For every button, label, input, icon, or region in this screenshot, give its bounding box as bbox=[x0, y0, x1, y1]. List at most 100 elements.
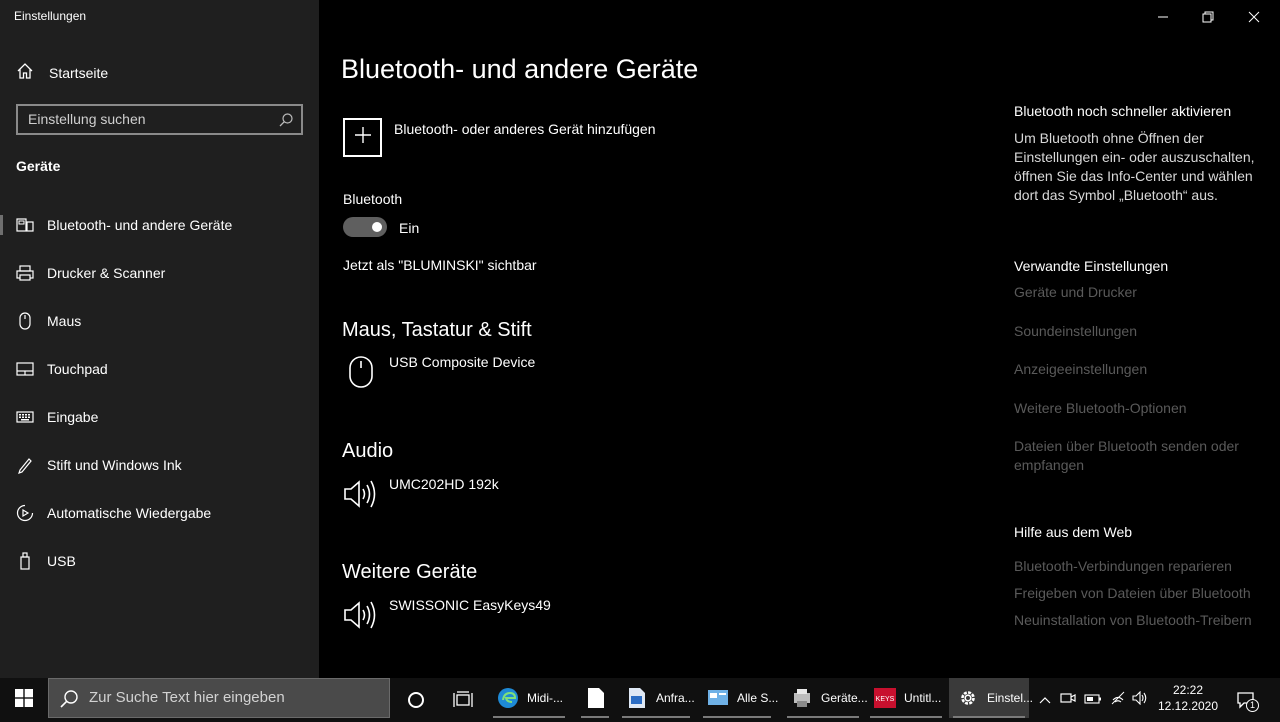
device-umc202hd[interactable]: UMC202HD 192k bbox=[343, 476, 603, 516]
cortana-circle-icon bbox=[405, 689, 427, 711]
add-device-button[interactable] bbox=[343, 118, 382, 157]
home-icon bbox=[16, 62, 34, 85]
taskbar-app-edge[interactable]: Midi-... bbox=[489, 678, 569, 718]
taskbar-app-settings[interactable]: Einstel... bbox=[949, 678, 1033, 718]
quick-bluetooth-text: Um Bluetooth ohne Öffnen der Einstellung… bbox=[1014, 130, 1255, 203]
settings-main: Bluetooth- und andere Geräte Bluetooth- … bbox=[319, 0, 1280, 678]
battery-icon bbox=[1084, 691, 1102, 709]
taskbar-app-devices-printers[interactable]: Geräte... bbox=[783, 678, 868, 718]
settings-search-box[interactable] bbox=[16, 104, 303, 135]
related-settings-heading: Verwandte Einstellungen bbox=[1014, 258, 1169, 274]
clock-time: 22:22 bbox=[1172, 683, 1204, 697]
task-view-icon bbox=[452, 689, 474, 711]
sidebar-item-label: Maus bbox=[47, 313, 82, 329]
network-button[interactable] bbox=[1108, 678, 1128, 722]
touchpad-icon bbox=[16, 360, 34, 378]
app-label: Geräte... bbox=[821, 691, 868, 705]
restore-button[interactable] bbox=[1198, 8, 1218, 26]
meet-now-button[interactable] bbox=[1058, 678, 1078, 722]
sidebar-item-label: Bluetooth- und andere Geräte bbox=[47, 217, 233, 233]
app-label: Untitl... bbox=[904, 691, 942, 705]
app-label: Anfra... bbox=[656, 691, 695, 705]
quick-bluetooth-heading: Bluetooth noch schneller aktivieren bbox=[1014, 103, 1232, 119]
taskbar-app-document[interactable] bbox=[577, 678, 613, 718]
taskbar-app-keys[interactable]: KEYS Untitl... bbox=[866, 678, 946, 718]
link-devices-printers[interactable]: Geräte und Drucker bbox=[1014, 283, 1264, 302]
sidebar-item-mouse[interactable]: Maus bbox=[0, 300, 319, 342]
notification-icon: 1 bbox=[1236, 690, 1259, 712]
group-title-other-devices: Weitere Geräte bbox=[342, 561, 478, 583]
action-center-button[interactable]: 1 bbox=[1233, 678, 1259, 722]
taskbar-clock[interactable]: 22:22 12.12.2020 bbox=[1155, 682, 1221, 714]
taskbar-app-control-panel[interactable]: Alle S... bbox=[699, 678, 779, 718]
web-help-heading: Hilfe aus dem Web bbox=[1014, 524, 1133, 540]
autoplay-icon bbox=[16, 504, 34, 522]
meet-now-icon bbox=[1060, 691, 1076, 710]
sidebar-item-printers[interactable]: Drucker & Scanner bbox=[0, 252, 319, 294]
app-label: Alle S... bbox=[737, 691, 779, 705]
bluetooth-state: Ein bbox=[399, 220, 420, 236]
cortana-button[interactable] bbox=[405, 678, 427, 722]
link-sound-settings[interactable]: Soundeinstellungen bbox=[1014, 322, 1264, 341]
sidebar-item-bluetooth[interactable]: Bluetooth- und andere Geräte bbox=[0, 204, 319, 246]
app-label: Einstel... bbox=[987, 691, 1034, 705]
word-document-icon bbox=[626, 687, 648, 709]
section-title: Geräte bbox=[16, 158, 61, 174]
sidebar-item-touchpad[interactable]: Touchpad bbox=[0, 348, 319, 390]
show-hidden-icons-button[interactable] bbox=[1036, 678, 1054, 722]
home-label: Startseite bbox=[49, 65, 109, 81]
battery-button[interactable] bbox=[1082, 678, 1104, 722]
windows-logo-icon bbox=[15, 688, 33, 712]
device-name: UMC202HD 192k bbox=[389, 476, 499, 492]
bluetooth-toggle[interactable] bbox=[343, 217, 387, 237]
device-swissonic-easykeys[interactable]: SWISSONIC EasyKeys49 bbox=[343, 597, 603, 637]
link-reinstall-drivers[interactable]: Neuinstallation von Bluetooth-Treibern bbox=[1014, 611, 1274, 630]
search-icon[interactable] bbox=[278, 112, 294, 133]
printer-icon bbox=[16, 264, 34, 282]
bluetooth-devices-icon bbox=[16, 216, 34, 234]
devices-printers-icon bbox=[791, 687, 813, 709]
taskbar-app-word[interactable]: Anfra... bbox=[618, 678, 695, 718]
toggle-knob bbox=[372, 222, 382, 232]
close-button[interactable] bbox=[1244, 8, 1264, 26]
link-more-bluetooth-options[interactable]: Weitere Bluetooth-Optionen bbox=[1014, 399, 1264, 418]
volume-button[interactable] bbox=[1130, 678, 1150, 722]
home-link[interactable]: Startseite bbox=[16, 62, 108, 84]
taskbar-search-box[interactable] bbox=[48, 678, 390, 718]
wifi-icon bbox=[1110, 691, 1126, 710]
pen-icon bbox=[16, 456, 34, 474]
chevron-up-icon bbox=[1039, 691, 1051, 709]
control-panel-icon bbox=[707, 687, 729, 709]
svg-text:KEYS: KEYS bbox=[876, 696, 895, 703]
sidebar-item-pen[interactable]: Stift und Windows Ink bbox=[0, 444, 319, 486]
notification-badge: 1 bbox=[1246, 699, 1259, 712]
sidebar-item-label: Drucker & Scanner bbox=[47, 265, 166, 281]
add-device-label[interactable]: Bluetooth- oder anderes Gerät hinzufügen bbox=[394, 121, 656, 137]
visibility-status: Jetzt als "BLUMINSKI" sichtbar bbox=[343, 257, 537, 273]
task-view-button[interactable] bbox=[452, 678, 474, 722]
sidebar-item-label: USB bbox=[47, 553, 76, 569]
sidebar-item-label: Automatische Wiedergabe bbox=[47, 505, 212, 521]
settings-search-input[interactable] bbox=[28, 111, 268, 127]
sidebar-item-input[interactable]: Eingabe bbox=[0, 396, 319, 438]
group-title-mouse-keyboard: Maus, Tastatur & Stift bbox=[342, 319, 532, 341]
sidebar-item-usb[interactable]: USB bbox=[0, 540, 319, 582]
speaker-icon bbox=[343, 476, 379, 512]
usb-icon bbox=[16, 552, 34, 570]
link-repair-connections[interactable]: Bluetooth-Verbindungen reparieren bbox=[1014, 557, 1274, 576]
keyboard-icon bbox=[16, 408, 34, 426]
link-send-receive-files[interactable]: Dateien über Bluetooth senden oder empfa… bbox=[1014, 437, 1264, 475]
mouse-icon bbox=[16, 312, 34, 330]
minimize-button[interactable] bbox=[1153, 8, 1173, 26]
sidebar-item-autoplay[interactable]: Automatische Wiedergabe bbox=[0, 492, 319, 534]
link-display-settings[interactable]: Anzeigeeinstellungen bbox=[1014, 360, 1264, 379]
taskbar: Midi-... Anfra... Alle S... Geräte... KE… bbox=[0, 678, 1280, 722]
group-title-audio: Audio bbox=[342, 440, 394, 462]
page-title: Bluetooth- und andere Geräte bbox=[341, 54, 699, 84]
settings-sidebar: Einstellungen Startseite Geräte Bluetoot… bbox=[0, 0, 319, 678]
link-share-files[interactable]: Freigeben von Dateien über Bluetooth bbox=[1014, 584, 1274, 603]
device-usb-composite[interactable]: USB Composite Device bbox=[343, 354, 603, 394]
start-button[interactable] bbox=[0, 678, 48, 722]
sidebar-item-label: Touchpad bbox=[47, 361, 108, 377]
taskbar-search-input[interactable] bbox=[89, 689, 379, 706]
